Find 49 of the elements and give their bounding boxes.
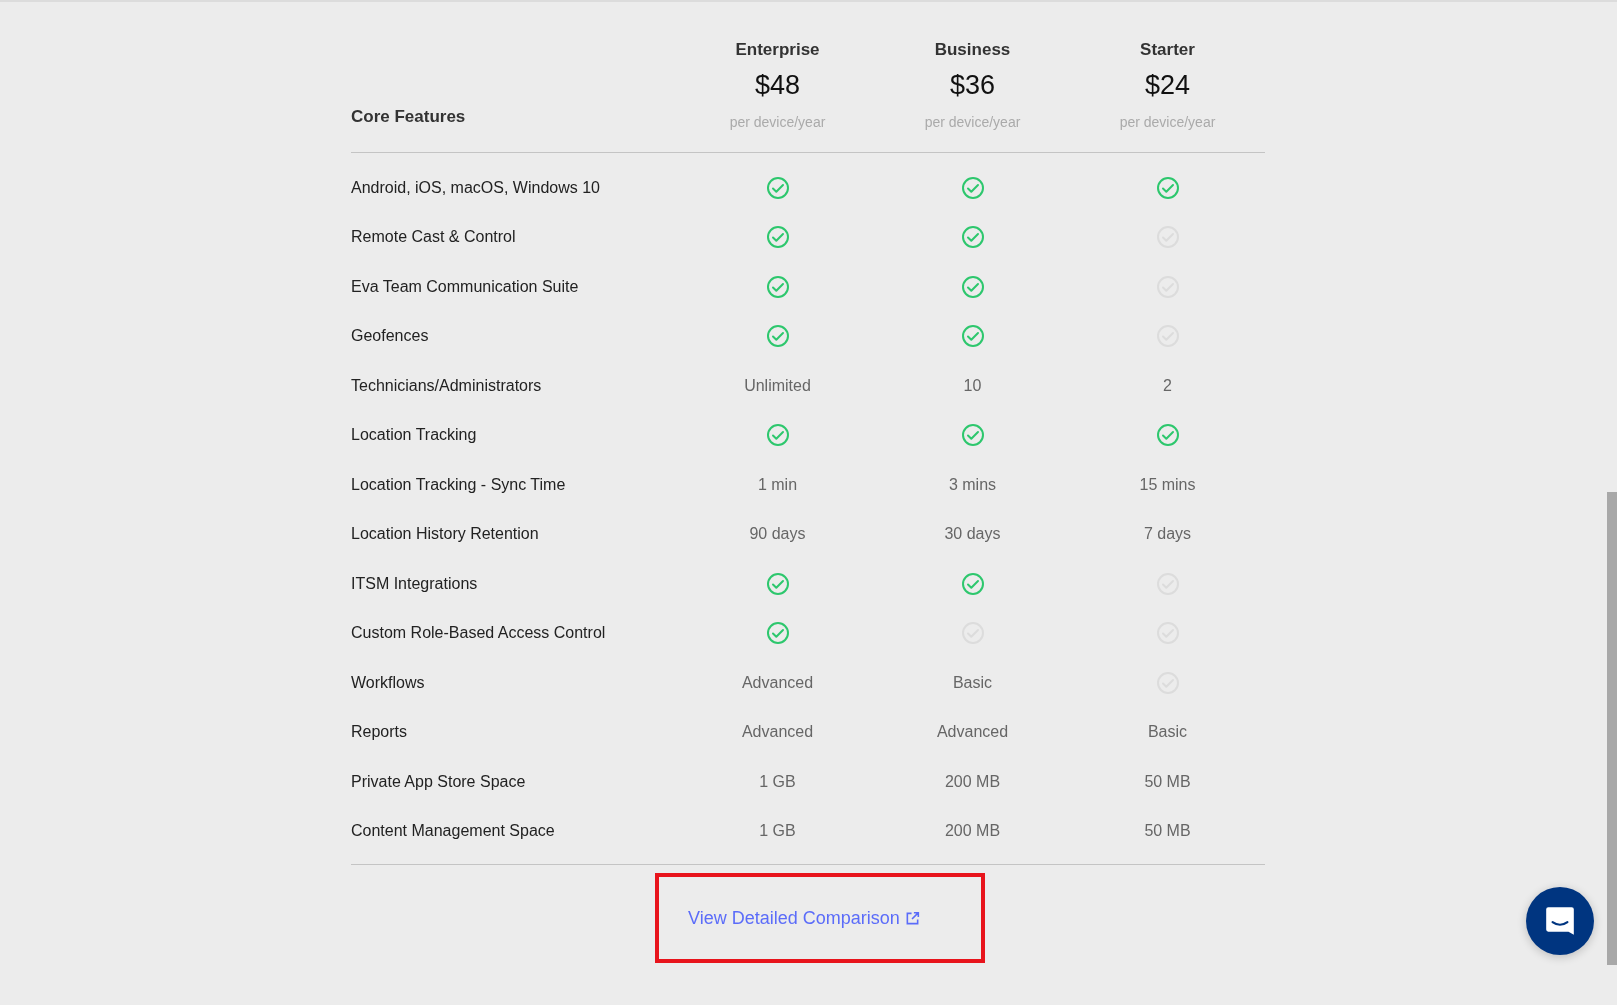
- feature-label: Technicians/Administrators: [351, 376, 542, 395]
- plan-name: Enterprise: [735, 40, 820, 60]
- feature-label: Workflows: [351, 673, 425, 692]
- price-period: per device/year: [924, 114, 1021, 130]
- feature-label: Custom Role-Based Access Control: [351, 624, 606, 643]
- price-period: per device/year: [729, 114, 826, 130]
- plan-name: Starter: [1140, 40, 1195, 60]
- feature-label: Reports: [351, 723, 408, 742]
- plan-value: 50 MB: [1144, 772, 1191, 791]
- plan-price: $36: [949, 70, 996, 101]
- feature-label: Geofences: [351, 327, 429, 346]
- feature-label: Android, iOS, macOS, Windows 10: [351, 178, 600, 197]
- plan-value: 30 days: [944, 525, 1001, 544]
- detailed-comparison-link[interactable]: View Detailed Comparison: [688, 907, 900, 929]
- plan-price: $48: [754, 70, 801, 101]
- plan-value: 90 days: [749, 525, 806, 544]
- plan-value: Basic: [952, 673, 993, 692]
- feature-label: Location History Retention: [351, 525, 539, 544]
- feature-label: Location Tracking: [351, 426, 477, 445]
- plan-value: 3 mins: [948, 475, 997, 494]
- feature-label: Content Management Space: [351, 822, 555, 841]
- plan-value: Advanced: [936, 723, 1009, 742]
- plan-value: Basic: [1147, 723, 1188, 742]
- section-heading: Core Features: [351, 107, 466, 127]
- chat-button[interactable]: [1526, 887, 1594, 955]
- plan-value: 1 GB: [759, 772, 796, 791]
- price-period: per device/year: [1119, 114, 1216, 130]
- feature-label: Eva Team Communication Suite: [351, 277, 579, 296]
- plan-value: 200 MB: [944, 772, 1001, 791]
- feature-label: Remote Cast & Control: [351, 228, 516, 247]
- plan-value: 200 MB: [944, 822, 1001, 841]
- plan-value: 1 GB: [759, 822, 796, 841]
- plan-value: Advanced: [741, 673, 814, 692]
- plan-value: 7 days: [1143, 525, 1192, 544]
- feature-label: Location Tracking - Sync Time: [351, 475, 566, 494]
- plan-name: Business: [934, 40, 1011, 60]
- external-link-icon: [904, 910, 920, 926]
- feature-label: Private App Store Space: [351, 772, 526, 791]
- plan-value: 50 MB: [1144, 822, 1191, 841]
- chat-bubble-icon: [1543, 904, 1577, 938]
- feature-label: ITSM Integrations: [351, 574, 478, 593]
- plan-value: Unlimited: [744, 376, 811, 395]
- scrollbar-thumb[interactable]: [1607, 492, 1617, 965]
- plan-price: $24: [1144, 70, 1191, 101]
- plan-value: Advanced: [741, 723, 814, 742]
- plan-value: 10: [963, 376, 982, 395]
- plan-value: 15 mins: [1139, 475, 1196, 494]
- plan-value: 2: [1163, 376, 1172, 395]
- plan-value: 1 min: [757, 475, 798, 494]
